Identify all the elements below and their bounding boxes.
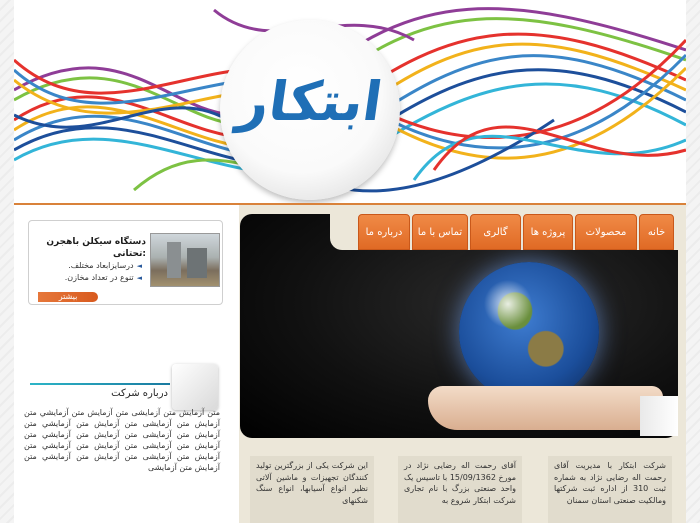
- nav-item-products[interactable]: محصولات: [575, 214, 637, 250]
- about-thumbnail: [172, 364, 218, 410]
- nav-item-about[interactable]: درباره ما: [358, 214, 410, 250]
- promo-bullets: ◄درسایزابعاد مختلف. ◄تنوع در تعداد مخازن…: [24, 260, 142, 284]
- globe-image: [459, 262, 599, 402]
- promo-bullet-text: درسایزابعاد مختلف.: [68, 261, 134, 270]
- sleeve-image: [640, 396, 678, 436]
- nav-item-contact[interactable]: تماس با ما: [412, 214, 468, 250]
- more-button[interactable]: بیشتر: [38, 292, 98, 302]
- hand-image: [428, 386, 663, 430]
- promo-title[interactable]: دستگاه سیکلن باهجرن تحتانی:: [34, 236, 146, 260]
- about-title: درباره شرکت: [111, 388, 168, 399]
- bullet-arrow-icon: ◄: [136, 262, 142, 270]
- thumbnail-tower: [187, 248, 207, 278]
- product-thumbnail[interactable]: [150, 233, 220, 287]
- main-nav: درباره ما تماس با ما گالری پروژه ها محصو…: [358, 214, 674, 250]
- info-column-3: این شرکت یکی از بزرگترین تولید کنندگان ت…: [250, 456, 374, 523]
- bullet-arrow-icon: ◄: [136, 274, 142, 282]
- logo[interactable]: ابتکار: [216, 70, 405, 133]
- about-underline: [30, 383, 170, 385]
- nav-item-home[interactable]: خانه: [639, 214, 674, 250]
- about-text: متن آزمایش متن آزمایشی متن آزمایش متن آز…: [24, 408, 220, 472]
- promo-bullet-item: ◄تنوع در تعداد مخازن.: [24, 272, 142, 284]
- header-banner: ابتکار: [14, 0, 686, 205]
- thumbnail-tower: [167, 242, 181, 278]
- info-column-1: شرکت ابتکار با مدیریت آقای رحمت اله رضای…: [548, 456, 672, 523]
- nav-item-gallery[interactable]: گالری: [470, 214, 521, 250]
- promo-bullet-text: تنوع در تعداد مخازن.: [64, 273, 134, 282]
- info-column-2: آقای رحمت اله رضایی نژاد در مورخ 15/09/1…: [398, 456, 522, 523]
- nav-item-projects[interactable]: پروژه ها: [523, 214, 573, 250]
- promo-bullet-item: ◄درسایزابعاد مختلف.: [24, 260, 142, 272]
- column-divider: [233, 205, 239, 523]
